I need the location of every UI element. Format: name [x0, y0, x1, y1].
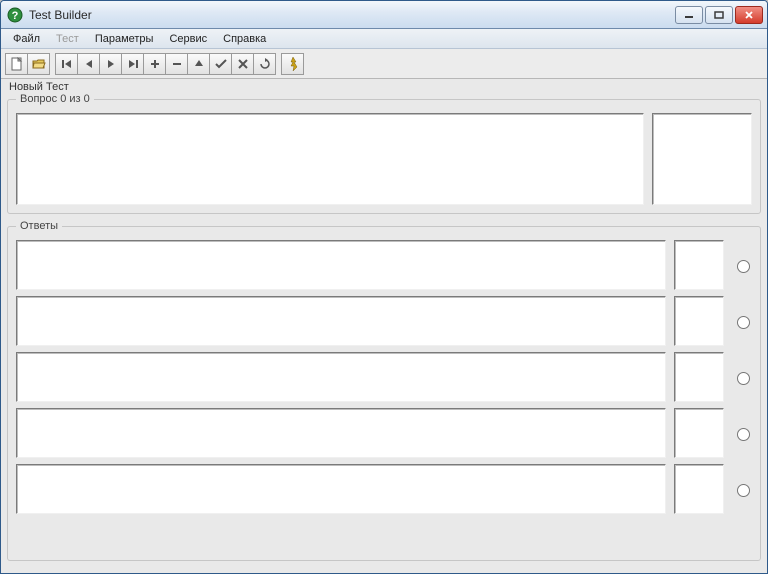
toolbar	[1, 49, 767, 79]
toolbar-cancel-button[interactable]	[231, 53, 254, 75]
menu-service[interactable]: Сервис	[161, 31, 215, 47]
toolbar-new-button[interactable]	[5, 53, 28, 75]
answer-text-input[interactable]	[16, 352, 666, 402]
answer-row	[16, 296, 752, 346]
answer-image-box[interactable]	[674, 296, 724, 346]
toolbar-up-button[interactable]	[187, 53, 210, 75]
toolbar-prev-button[interactable]	[77, 53, 100, 75]
minimize-button[interactable]	[675, 6, 703, 24]
answer-correct-radio[interactable]	[737, 484, 750, 497]
toolbar-last-button[interactable]	[121, 53, 144, 75]
toolbar-add-button[interactable]	[143, 53, 166, 75]
answer-correct-radio[interactable]	[737, 428, 750, 441]
answer-row	[16, 408, 752, 458]
maximize-button[interactable]	[705, 6, 733, 24]
answer-text-input[interactable]	[16, 240, 666, 290]
window-title: Test Builder	[29, 8, 675, 22]
answer-text-input[interactable]	[16, 464, 666, 514]
answer-row	[16, 240, 752, 290]
answer-row	[16, 464, 752, 514]
toolbar-refresh-button[interactable]	[253, 53, 276, 75]
answer-image-box[interactable]	[674, 352, 724, 402]
menu-help[interactable]: Справка	[215, 31, 274, 47]
answer-text-input[interactable]	[16, 296, 666, 346]
answer-image-box[interactable]	[674, 240, 724, 290]
answer-row	[16, 352, 752, 402]
app-icon: ?	[7, 7, 23, 23]
question-group: Вопрос 0 из 0	[7, 93, 761, 214]
titlebar: ? Test Builder	[1, 1, 767, 29]
question-image-box[interactable]	[652, 113, 752, 205]
toolbar-first-button[interactable]	[55, 53, 78, 75]
content-area: Новый Тест Вопрос 0 из 0 Ответы	[1, 79, 767, 573]
main-window: ? Test Builder Файл Тест Параметры Серви…	[0, 0, 768, 574]
menubar: Файл Тест Параметры Сервис Справка	[1, 29, 767, 49]
question-text-input[interactable]	[16, 113, 644, 205]
menu-test: Тест	[48, 31, 87, 47]
answers-group: Ответы	[7, 220, 761, 561]
toolbar-next-button[interactable]	[99, 53, 122, 75]
svg-text:?: ?	[12, 10, 19, 22]
answer-text-input[interactable]	[16, 408, 666, 458]
toolbar-run-button[interactable]	[281, 53, 304, 75]
question-count-label: Вопрос 0 из 0	[16, 93, 94, 105]
answer-correct-radio[interactable]	[737, 260, 750, 273]
answer-image-box[interactable]	[674, 408, 724, 458]
window-controls	[675, 6, 763, 24]
answers-label: Ответы	[16, 220, 62, 232]
toolbar-check-button[interactable]	[209, 53, 232, 75]
menu-file[interactable]: Файл	[5, 31, 48, 47]
new-test-label: Новый Тест	[9, 81, 761, 93]
answer-correct-radio[interactable]	[737, 372, 750, 385]
answer-correct-radio[interactable]	[737, 316, 750, 329]
close-button[interactable]	[735, 6, 763, 24]
toolbar-remove-button[interactable]	[165, 53, 188, 75]
toolbar-open-button[interactable]	[27, 53, 50, 75]
answer-image-box[interactable]	[674, 464, 724, 514]
menu-params[interactable]: Параметры	[87, 31, 162, 47]
